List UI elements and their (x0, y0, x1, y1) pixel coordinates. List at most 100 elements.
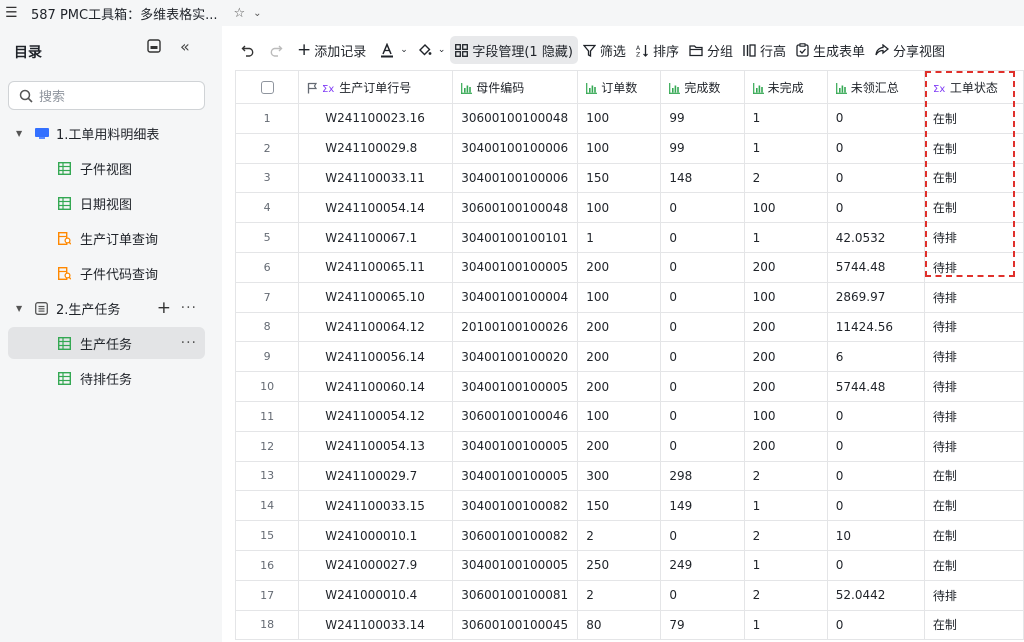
table-cell[interactable]: 0 (660, 520, 745, 551)
table-cell[interactable]: 200 (577, 311, 662, 343)
order-id-cell[interactable]: W241100065.10 (298, 281, 454, 313)
table-cell[interactable]: 在制 (923, 460, 1024, 492)
table-cell[interactable]: 30600100100048 (452, 192, 579, 224)
table-cell[interactable]: 10 (826, 520, 925, 551)
sidebar-item-date-view[interactable]: 日期视图 (8, 187, 205, 219)
sidebar-item-code-query[interactable]: 子件代码查询 (8, 257, 205, 289)
table-row[interactable]: 8 W241100064.12 20100100100026 200 0 200 11424… (234, 311, 1024, 343)
table-row[interactable]: 1 W241100023.16 30600100100048 100 99 1 0 在制 (234, 103, 1024, 134)
table-row[interactable]: 17 W241000010.4 30600100100081 2 0 2 52.0442 待排 (234, 579, 1024, 611)
sidebar-item-pending-tasks[interactable]: 待排任务 (8, 362, 205, 394)
table-cell[interactable]: 30400100100005 (452, 251, 579, 283)
table-cell[interactable]: 200 (577, 371, 662, 402)
table-cell[interactable]: 2 (577, 520, 662, 551)
table-cell[interactable]: 待排 (923, 400, 1024, 432)
table-cell[interactable]: 200 (577, 341, 662, 373)
table-cell[interactable]: 11424.56 (826, 311, 925, 343)
table-cell[interactable]: 0 (660, 192, 745, 224)
column-header[interactable]: Σx 工单状态 (923, 70, 1024, 104)
sidebar-item-order-query[interactable]: 生产订单查询 (8, 222, 205, 254)
table-cell[interactable]: 6 (826, 341, 925, 373)
table-cell[interactable]: 250 (577, 549, 662, 581)
table-cell[interactable]: 2 (577, 579, 662, 611)
table-cell[interactable]: 100 (743, 400, 828, 432)
star-icon[interactable]: ☆ (233, 6, 245, 21)
order-id-cell[interactable]: W241100065.11 (298, 251, 454, 283)
table-cell[interactable]: 30400100100005 (452, 371, 579, 402)
order-id-cell[interactable]: W241100033.15 (298, 490, 454, 522)
order-id-cell[interactable]: W241100029.7 (298, 460, 454, 492)
table-cell[interactable]: 100 (743, 192, 828, 224)
table-row[interactable]: 3 W241100033.11 30400100100006 150 148 2 0 在制 (234, 162, 1024, 194)
table-cell[interactable]: 30400100100020 (452, 341, 579, 373)
table-cell[interactable]: 5744.48 (826, 371, 925, 402)
expand-arrow-icon[interactable]: ▼ (16, 304, 22, 313)
table-row[interactable]: 7 W241100065.10 30400100100004 100 0 100 2869.… (234, 281, 1024, 313)
chevron-down-icon[interactable]: ⌄ (253, 8, 261, 19)
table-cell[interactable]: 100 (577, 192, 662, 224)
table-cell[interactable]: 100 (577, 281, 662, 313)
table-cell[interactable]: 0 (826, 162, 925, 194)
table-cell[interactable]: 0 (826, 103, 925, 134)
table-cell[interactable]: 1 (743, 222, 828, 253)
more-icon[interactable]: ··· (181, 300, 197, 316)
table-cell[interactable]: 200 (743, 371, 828, 402)
select-all-checkbox[interactable] (234, 70, 300, 104)
table-cell[interactable]: 0 (826, 609, 925, 641)
order-id-cell[interactable]: W241100054.13 (298, 430, 454, 462)
table-cell[interactable]: 149 (660, 490, 745, 522)
table-row[interactable]: 18 W241100033.14 30600100100045 80 79 1 0 在制 (234, 609, 1024, 641)
table-cell[interactable]: 1 (577, 222, 662, 253)
table-cell[interactable]: 200 (743, 341, 828, 373)
add-icon[interactable]: + (157, 298, 171, 318)
table-cell[interactable]: 30600100100082 (452, 520, 579, 551)
table-cell[interactable]: 80 (577, 609, 662, 641)
table-cell[interactable]: 1 (743, 132, 828, 164)
sidebar-item-material-table[interactable]: ▼ 1.工单用料明细表 (8, 117, 205, 149)
table-cell[interactable]: 30400100100005 (452, 549, 579, 581)
table-cell[interactable]: 30400100100101 (452, 222, 579, 253)
table-cell[interactable]: 0 (660, 579, 745, 611)
table-cell[interactable]: 在制 (923, 609, 1024, 641)
table-cell[interactable]: 100 (743, 281, 828, 313)
table-cell[interactable]: 0 (826, 430, 925, 462)
table-cell[interactable]: 100 (577, 132, 662, 164)
table-cell[interactable]: 0 (660, 400, 745, 432)
column-header[interactable]: 未完成 (743, 70, 828, 104)
table-cell[interactable]: 200 (743, 251, 828, 283)
sort-button[interactable]: AZ 排序 (631, 36, 684, 64)
redo-icon[interactable] (264, 36, 292, 64)
order-id-cell[interactable]: W241100033.11 (298, 162, 454, 194)
order-id-cell[interactable]: W241100054.12 (298, 400, 454, 432)
table-cell[interactable]: 0 (660, 371, 745, 402)
table-cell[interactable]: 待排 (923, 222, 1024, 253)
order-id-cell[interactable]: W241000010.1 (298, 520, 454, 551)
table-cell[interactable]: 在制 (923, 103, 1024, 134)
table-cell[interactable]: 2 (743, 579, 828, 611)
table-cell[interactable]: 在制 (923, 162, 1024, 194)
table-cell[interactable]: 在制 (923, 490, 1024, 522)
table-cell[interactable]: 300 (577, 460, 662, 492)
table-cell[interactable]: 0 (660, 341, 745, 373)
share-view-button[interactable]: 分享视图 (870, 36, 950, 64)
order-id-cell[interactable]: W241100023.16 (298, 103, 454, 134)
column-header[interactable]: 母件编码 (452, 70, 579, 104)
row-height-button[interactable]: 行高 (738, 36, 791, 64)
table-row[interactable]: 5 W241100067.1 30400100100101 1 0 1 42.0532 待排 (234, 222, 1024, 253)
table-cell[interactable]: 148 (660, 162, 745, 194)
table-cell[interactable]: 2 (743, 460, 828, 492)
table-row[interactable]: 12 W241100054.13 30400100100005 200 0 200 0 待排 (234, 430, 1024, 462)
table-cell[interactable]: 30400100100082 (452, 490, 579, 522)
table-cell[interactable]: 0 (660, 430, 745, 462)
column-header[interactable]: 订单数 (577, 70, 662, 104)
more-icon[interactable]: ··· (181, 335, 197, 351)
table-cell[interactable]: 0 (826, 192, 925, 224)
table-row[interactable]: 11 W241100054.12 30600100100046 100 0 100 0 待排 (234, 400, 1024, 432)
table-cell[interactable]: 42.0532 (826, 222, 925, 253)
order-id-cell[interactable]: W241100029.8 (298, 132, 454, 164)
order-id-cell[interactable]: W241100060.14 (298, 371, 454, 402)
table-cell[interactable]: 待排 (923, 371, 1024, 402)
table-cell[interactable]: 200 (577, 430, 662, 462)
table-cell[interactable]: 79 (660, 609, 745, 641)
order-id-cell[interactable]: W241100054.14 (298, 192, 454, 224)
